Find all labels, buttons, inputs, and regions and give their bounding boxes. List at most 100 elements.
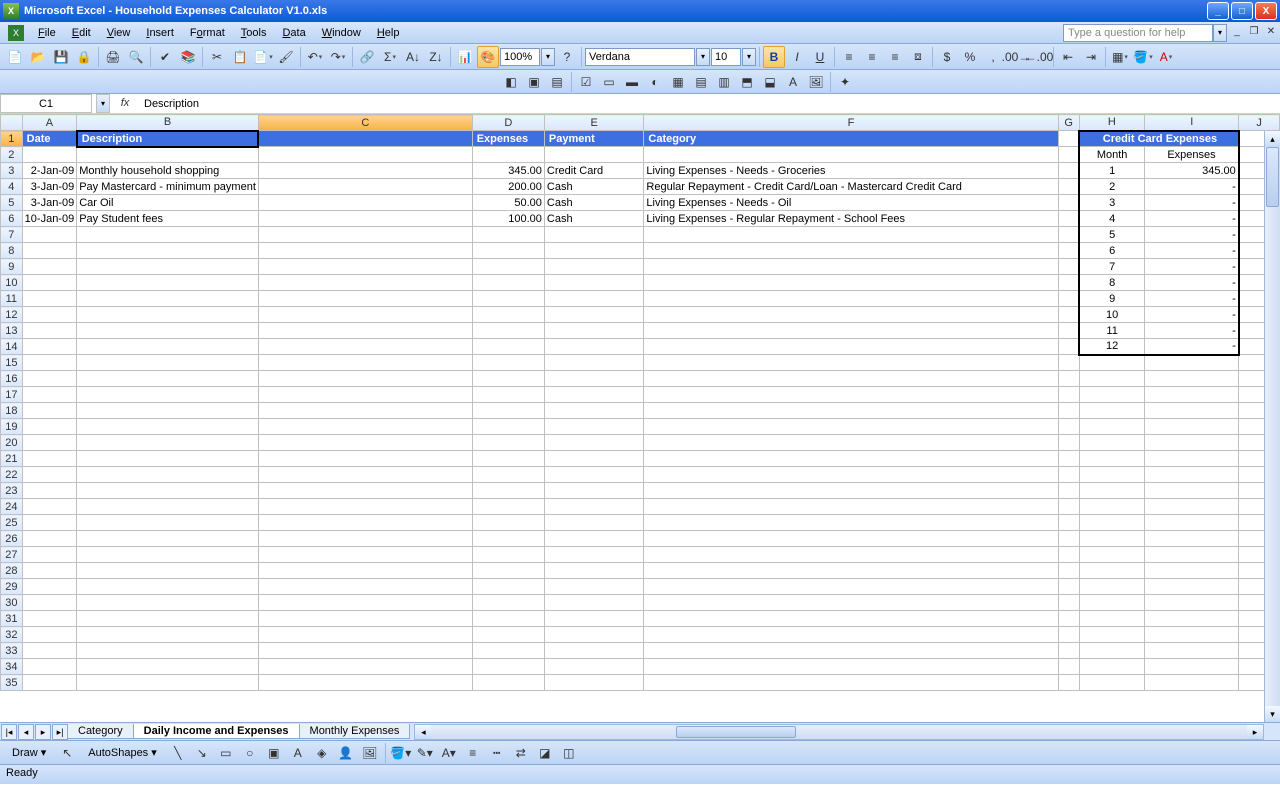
tb2-13[interactable]: A: [782, 71, 804, 93]
cell-E16[interactable]: [544, 371, 644, 387]
row-header-34[interactable]: 34: [1, 659, 23, 675]
cell-H8[interactable]: 6: [1079, 243, 1145, 259]
scroll-up-button[interactable]: ▴: [1265, 131, 1280, 147]
row-header-7[interactable]: 7: [1, 227, 23, 243]
cell-G3[interactable]: [1058, 163, 1079, 179]
cell-C11[interactable]: [258, 291, 472, 307]
cell-C26[interactable]: [258, 531, 472, 547]
scroll-thumb[interactable]: [1266, 147, 1279, 207]
cell-F23[interactable]: [644, 483, 1058, 499]
cell-E11[interactable]: [544, 291, 644, 307]
cell-F14[interactable]: [644, 339, 1058, 355]
tb2-2[interactable]: ▣: [523, 71, 545, 93]
tb2-5[interactable]: ▭: [598, 71, 620, 93]
cell-I16[interactable]: [1145, 371, 1239, 387]
cell-H25[interactable]: [1079, 515, 1145, 531]
tb2-15[interactable]: ✦: [834, 71, 856, 93]
clipart-button[interactable]: 👤: [335, 742, 357, 764]
cell-G9[interactable]: [1058, 259, 1079, 275]
cell-F1[interactable]: Category: [644, 131, 1058, 147]
line-color-draw[interactable]: ✎▾: [414, 742, 436, 764]
menu-format[interactable]: Format: [182, 25, 233, 41]
cell-B11[interactable]: [77, 291, 259, 307]
cell-A6[interactable]: 10-Jan-09: [22, 211, 77, 227]
arrow-button[interactable]: ↘: [191, 742, 213, 764]
cell-A29[interactable]: [22, 579, 77, 595]
align-left-button[interactable]: ≡: [838, 46, 860, 68]
tab-prev[interactable]: ◂: [18, 724, 34, 740]
cell-B26[interactable]: [77, 531, 259, 547]
cell-I22[interactable]: [1145, 467, 1239, 483]
fx-icon[interactable]: fx: [110, 94, 140, 113]
tab-last[interactable]: ▸|: [52, 724, 68, 740]
cell-G30[interactable]: [1058, 595, 1079, 611]
cell-I23[interactable]: [1145, 483, 1239, 499]
cell-A8[interactable]: [22, 243, 77, 259]
cell-G16[interactable]: [1058, 371, 1079, 387]
cell-D3[interactable]: 345.00: [472, 163, 544, 179]
cell-C7[interactable]: [258, 227, 472, 243]
cell-A21[interactable]: [22, 451, 77, 467]
cell-G11[interactable]: [1058, 291, 1079, 307]
cell-A23[interactable]: [22, 483, 77, 499]
font-color-button[interactable]: A▾: [1155, 46, 1177, 68]
cell-B4[interactable]: Pay Mastercard - minimum payment: [77, 179, 259, 195]
row-header-21[interactable]: 21: [1, 451, 23, 467]
row-header-31[interactable]: 31: [1, 611, 23, 627]
row-header-10[interactable]: 10: [1, 275, 23, 291]
cell-C1[interactable]: [258, 131, 472, 147]
cell-H24[interactable]: [1079, 499, 1145, 515]
select-all-corner[interactable]: [1, 115, 23, 131]
cell-G10[interactable]: [1058, 275, 1079, 291]
print-button[interactable]: 🖨: [102, 46, 124, 68]
cell-I7[interactable]: -: [1145, 227, 1239, 243]
cell-H27[interactable]: [1079, 547, 1145, 563]
cell-A2[interactable]: [22, 147, 77, 163]
underline-button[interactable]: U: [809, 46, 831, 68]
cell-A9[interactable]: [22, 259, 77, 275]
cell-B3[interactable]: Monthly household shopping: [77, 163, 259, 179]
col-header-D[interactable]: D: [472, 115, 544, 131]
cell-I10[interactable]: -: [1145, 275, 1239, 291]
cell-E13[interactable]: [544, 323, 644, 339]
cell-A25[interactable]: [22, 515, 77, 531]
cell-E23[interactable]: [544, 483, 644, 499]
sheet-tab-monthly[interactable]: Monthly Expenses: [299, 724, 411, 739]
cell-B1[interactable]: Description: [77, 131, 259, 147]
tb2-3[interactable]: ▤: [546, 71, 568, 93]
cell-G1[interactable]: [1058, 131, 1079, 147]
cell-D18[interactable]: [472, 403, 544, 419]
cell-H13[interactable]: 11: [1079, 323, 1145, 339]
save-button[interactable]: 💾: [50, 46, 72, 68]
cell-D12[interactable]: [472, 307, 544, 323]
cell-H23[interactable]: [1079, 483, 1145, 499]
cell-D16[interactable]: [472, 371, 544, 387]
cell-F20[interactable]: [644, 435, 1058, 451]
drawing-button[interactable]: 🎨: [477, 46, 499, 68]
merge-center-button[interactable]: ⧈: [907, 46, 929, 68]
cell-I5[interactable]: -: [1145, 195, 1239, 211]
line-style-button[interactable]: ≡: [462, 742, 484, 764]
spelling-button[interactable]: ✔: [154, 46, 176, 68]
col-header-B[interactable]: B: [77, 115, 259, 131]
cell-A34[interactable]: [22, 659, 77, 675]
permission-button[interactable]: 🔒: [73, 46, 95, 68]
redo-button[interactable]: ↷▾: [327, 46, 349, 68]
cell-D30[interactable]: [472, 595, 544, 611]
row-header-30[interactable]: 30: [1, 595, 23, 611]
cell-B20[interactable]: [77, 435, 259, 451]
cell-B28[interactable]: [77, 563, 259, 579]
cell-C16[interactable]: [258, 371, 472, 387]
cell-H18[interactable]: [1079, 403, 1145, 419]
cell-A14[interactable]: [22, 339, 77, 355]
cell-I34[interactable]: [1145, 659, 1239, 675]
tab-first[interactable]: |◂: [1, 724, 17, 740]
cell-I12[interactable]: -: [1145, 307, 1239, 323]
tb2-9[interactable]: ▤: [690, 71, 712, 93]
row-header-8[interactable]: 8: [1, 243, 23, 259]
cell-A26[interactable]: [22, 531, 77, 547]
cell-B13[interactable]: [77, 323, 259, 339]
cell-E3[interactable]: Credit Card: [544, 163, 644, 179]
row-header-24[interactable]: 24: [1, 499, 23, 515]
rectangle-button[interactable]: ▭: [215, 742, 237, 764]
